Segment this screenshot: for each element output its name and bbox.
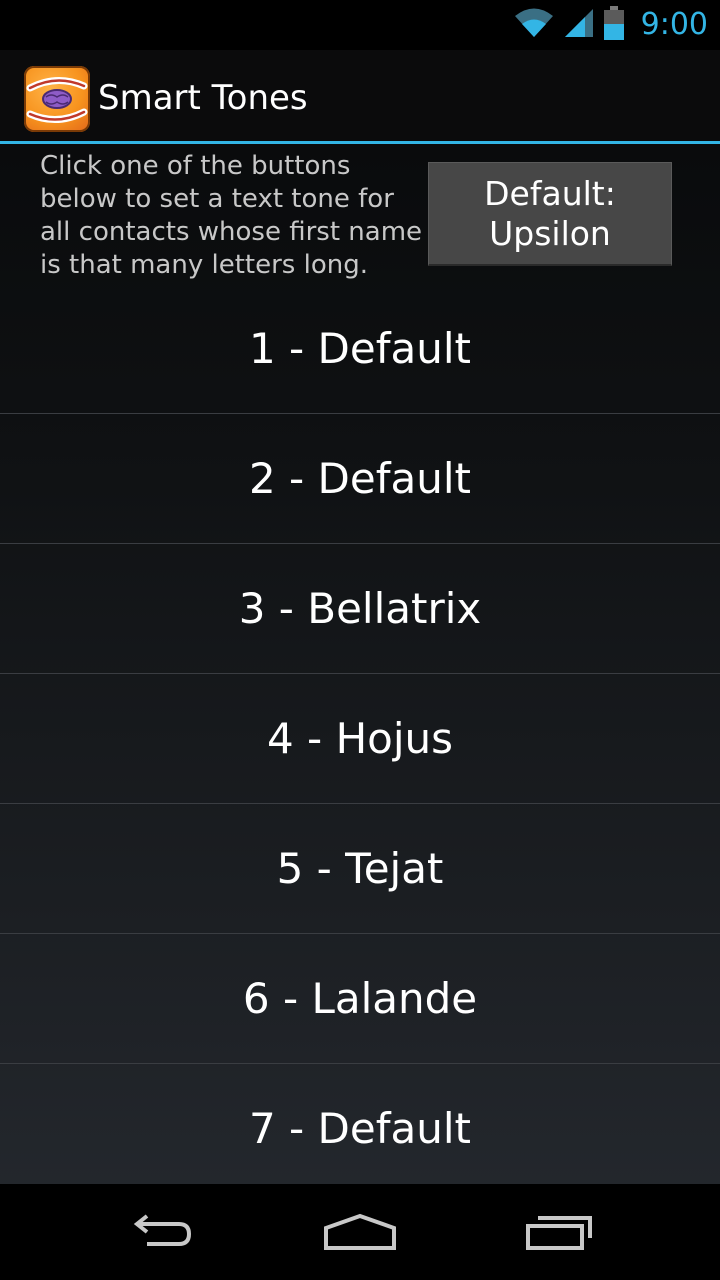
default-tone-button-line1: Default:: [484, 173, 616, 213]
status-time: 9:00: [640, 7, 708, 42]
tone-item-6[interactable]: 6 - Lalande: [0, 934, 720, 1064]
tone-item-2[interactable]: 2 - Default: [0, 414, 720, 544]
battery-icon: [603, 6, 625, 44]
tone-item-3[interactable]: 3 - Bellatrix: [0, 544, 720, 674]
tone-item-4[interactable]: 4 - Hojus: [0, 674, 720, 804]
navigation-bar: [0, 1184, 720, 1280]
status-icons: 9:00: [513, 6, 708, 44]
home-button[interactable]: [310, 1202, 410, 1262]
back-icon: [125, 1212, 195, 1252]
action-bar: Smart Tones: [0, 50, 720, 144]
screen: 9:00 Smart Tones Click one of the button…: [0, 0, 720, 1280]
tone-list: 1 - Default 2 - Default 3 - Bellatrix 4 …: [0, 284, 720, 1184]
back-button[interactable]: [110, 1202, 210, 1262]
recent-apps-button[interactable]: [510, 1202, 610, 1262]
default-tone-button-line2: Upsilon: [489, 213, 611, 253]
recent-apps-icon: [524, 1212, 596, 1252]
tone-item-5[interactable]: 5 - Tejat: [0, 804, 720, 934]
default-tone-button-label: Default: Upsilon: [484, 174, 616, 254]
smart-tones-app-icon[interactable]: [24, 66, 90, 132]
app-title: Smart Tones: [98, 78, 308, 118]
default-tone-button[interactable]: Default: Upsilon: [428, 162, 672, 266]
tone-item-7[interactable]: 7 - Default: [0, 1064, 720, 1184]
instructions-text: Click one of the buttons below to set a …: [40, 151, 423, 280]
tone-item-1[interactable]: 1 - Default: [0, 284, 720, 414]
status-bar: 9:00: [0, 0, 720, 50]
signal-icon: [563, 7, 595, 43]
wifi-icon: [513, 7, 555, 43]
home-icon: [322, 1212, 398, 1252]
